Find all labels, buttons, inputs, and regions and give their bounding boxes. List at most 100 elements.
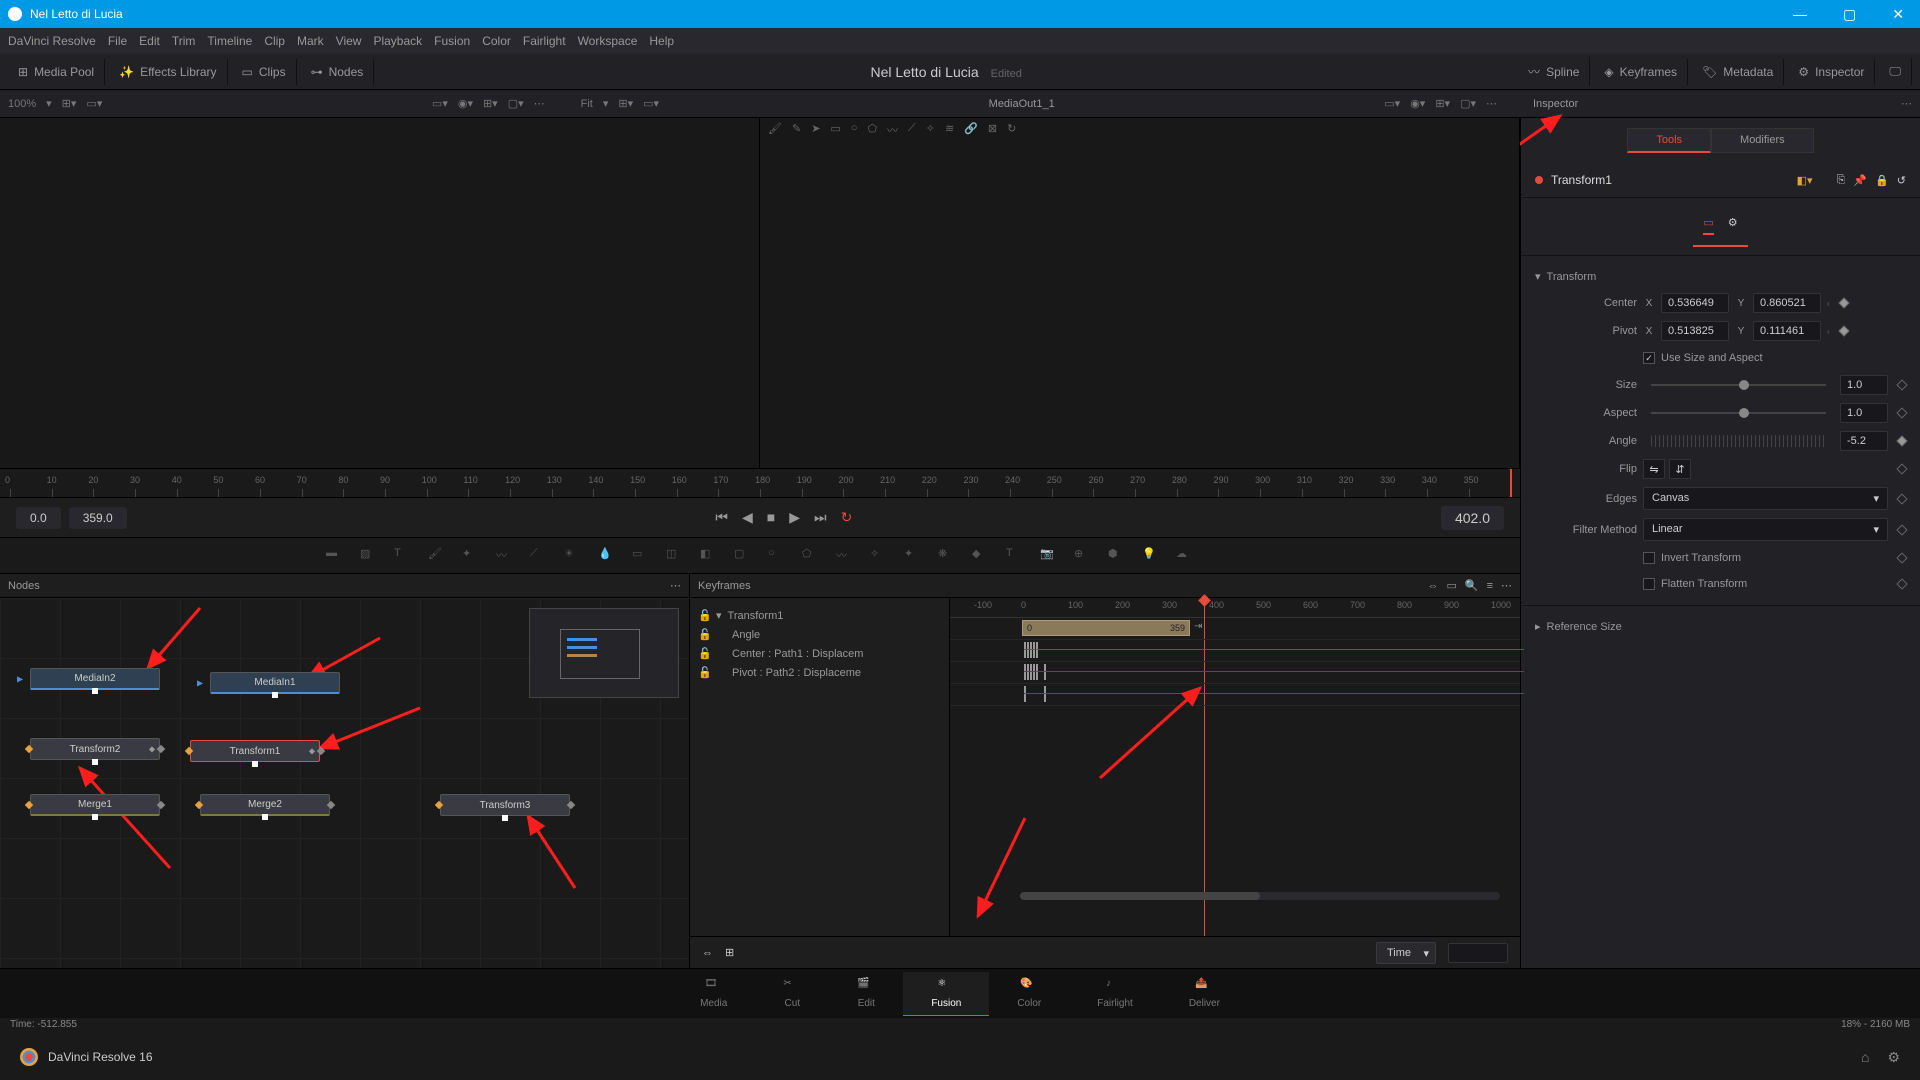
- kf-footer-grid-icon[interactable]: ⊞: [725, 946, 734, 959]
- inspector-copy-icon[interactable]: ⎘: [1837, 174, 1846, 187]
- kf-tree-row[interactable]: 🔓Center : Path1 : Displacem: [694, 644, 945, 663]
- refsize-section-header[interactable]: ▸ Reference Size: [1535, 614, 1906, 639]
- edges-keyframe-toggle[interactable]: [1896, 493, 1907, 504]
- text-node-icon[interactable]: T: [394, 547, 412, 565]
- aspect-slider[interactable]: [1651, 412, 1826, 414]
- viewer-left[interactable]: [0, 118, 760, 468]
- loop-button[interactable]: ↻: [841, 509, 853, 526]
- use-size-aspect-checkbox[interactable]: ✓: [1643, 352, 1655, 364]
- page-tab-media[interactable]: 🎞Media: [672, 972, 755, 1015]
- kf-more-icon[interactable]: ⋯: [1501, 579, 1512, 592]
- home-button[interactable]: ⌂: [1861, 1049, 1869, 1066]
- node-transform1[interactable]: Transform1◆: [190, 740, 320, 762]
- camera3d-icon[interactable]: 📷: [1040, 547, 1058, 565]
- menu-fairlight[interactable]: Fairlight: [523, 34, 566, 48]
- size-input[interactable]: [1840, 375, 1888, 395]
- menu-workspace[interactable]: Workspace: [578, 34, 638, 48]
- inspector-tab-tools[interactable]: Tools: [1627, 128, 1711, 153]
- inspector-button[interactable]: ⚙Inspector: [1788, 59, 1875, 85]
- mask-bspline-icon[interactable]: 〰: [836, 547, 854, 565]
- pivot-keyframe-toggle[interactable]: [1838, 325, 1849, 336]
- viewer-options-icon[interactable]: ▭▾: [86, 97, 102, 110]
- zoom-dropdown[interactable]: 100%: [8, 98, 36, 110]
- menu-fusion[interactable]: Fusion: [434, 34, 470, 48]
- viewer2-roi-icon[interactable]: ▢▾: [1460, 97, 1476, 110]
- size-keyframe-toggle[interactable]: [1896, 379, 1907, 390]
- tool-pencil-icon[interactable]: ✎: [792, 122, 801, 138]
- inspector-versions-icon[interactable]: ◧▾: [1797, 174, 1813, 187]
- time-mode-dropdown[interactable]: Time ▾: [1376, 942, 1436, 964]
- spline-button[interactable]: 〰Spline: [1518, 57, 1590, 86]
- viewer-right[interactable]: 🖌 ✎ ➤ ▭ ○ ⬠ 〰 ⟋ ✧ ≋ 🔗 ⊠ ↻: [760, 118, 1520, 468]
- menu-mark[interactable]: Mark: [297, 34, 324, 48]
- inspector-node-enabled-led[interactable]: [1535, 176, 1543, 184]
- media-pool-button[interactable]: ⊞Media Pool: [8, 59, 105, 85]
- tool-brush-icon[interactable]: 🖌: [768, 122, 782, 138]
- maximize-button[interactable]: ▢: [1835, 6, 1864, 23]
- tool-refresh-icon[interactable]: ↻: [1007, 122, 1016, 138]
- node-transform3[interactable]: Transform3: [440, 794, 570, 816]
- kf-search-icon[interactable]: 🔍: [1465, 579, 1479, 592]
- filter-dropdown[interactable]: Linear▾: [1643, 518, 1888, 541]
- page-tab-cut[interactable]: ✂Cut: [755, 972, 829, 1015]
- dual-monitor-button[interactable]: 🖵: [1879, 58, 1912, 85]
- mask-ellipse-icon[interactable]: ○: [768, 547, 786, 565]
- viewer1-more-icon[interactable]: ⋯: [534, 97, 545, 110]
- angle-dial[interactable]: [1651, 435, 1826, 447]
- tool-paint-icon[interactable]: ≋: [945, 122, 954, 138]
- tool-rect-icon[interactable]: ▭: [830, 122, 840, 138]
- transform-section-header[interactable]: ▾ Transform: [1535, 264, 1906, 289]
- play-button[interactable]: ▶: [789, 509, 800, 526]
- tool-bspline-icon[interactable]: 〰: [887, 122, 898, 138]
- tool-ellipse-icon[interactable]: ○: [851, 122, 858, 138]
- kf-tree-row[interactable]: 🔓Pivot : Path2 : Displaceme: [694, 663, 945, 682]
- range-start[interactable]: 0.0: [16, 507, 61, 529]
- project-settings-button[interactable]: ⚙: [1887, 1049, 1900, 1066]
- tool-wand-icon[interactable]: ✧: [926, 122, 935, 138]
- node-transform2[interactable]: Transform2◆: [30, 738, 160, 760]
- shape3d-icon[interactable]: ◆: [972, 547, 990, 565]
- timeline-ruler[interactable]: 0102030405060708090100110120130140150160…: [0, 468, 1520, 498]
- flip-vertical-button[interactable]: ⇵: [1669, 459, 1691, 479]
- transform-node-icon[interactable]: ▭: [632, 547, 650, 565]
- page-tab-deliver[interactable]: 📤Deliver: [1161, 972, 1248, 1015]
- particles-icon[interactable]: ✧: [870, 547, 888, 565]
- viewer2-layout-icon[interactable]: ▭▾: [1384, 97, 1400, 110]
- inspector-pin-icon[interactable]: 📌: [1853, 174, 1867, 187]
- pemitter-icon[interactable]: ✦: [904, 547, 922, 565]
- menu-clip[interactable]: Clip: [264, 34, 285, 48]
- viewer1-channel-icon[interactable]: ◉▾: [458, 97, 473, 110]
- paint-node-icon[interactable]: 🖌: [428, 547, 446, 565]
- metadata-button[interactable]: 🏷Metadata: [1692, 59, 1784, 85]
- viewer2-grid-icon[interactable]: ⊞▾: [1435, 97, 1450, 110]
- inspector-lock-icon[interactable]: 🔒: [1875, 174, 1889, 187]
- keyframes-button[interactable]: ◈Keyframes: [1594, 59, 1688, 85]
- menu-edit[interactable]: Edit: [139, 34, 160, 48]
- angle-keyframe-toggle[interactable]: [1896, 435, 1907, 446]
- glow-node-icon[interactable]: ☀: [564, 547, 582, 565]
- nodes-panel-more-icon[interactable]: ⋯: [670, 579, 681, 592]
- background-node-icon[interactable]: ▬: [326, 547, 344, 565]
- matte-node-icon[interactable]: ◧: [700, 547, 718, 565]
- blur-node-icon[interactable]: 〰: [496, 547, 514, 565]
- tool-delete-icon[interactable]: ⊠: [988, 122, 997, 138]
- pivot-prev-kf[interactable]: ‹: [1827, 327, 1830, 336]
- kf-tree-row[interactable]: 🔓Angle: [694, 625, 945, 644]
- viewer1-layout-icon[interactable]: ▭▾: [432, 97, 448, 110]
- kf-fit-icon[interactable]: ▭: [1446, 579, 1456, 592]
- tool-link-icon[interactable]: 🔗: [964, 122, 978, 138]
- nodes-button[interactable]: ⊶Nodes: [301, 59, 375, 85]
- viewer2-more-icon[interactable]: ⋯: [1486, 97, 1497, 110]
- inspector-reset-icon[interactable]: ↺: [1897, 174, 1906, 187]
- kf-zoom-icon[interactable]: ⇔: [1427, 580, 1438, 592]
- pivot-x-input[interactable]: [1661, 321, 1729, 341]
- node-mediain1[interactable]: ▶MediaIn1: [210, 672, 340, 694]
- menu-view[interactable]: View: [336, 34, 362, 48]
- play-reverse-button[interactable]: ◀: [742, 509, 753, 526]
- menu-help[interactable]: Help: [649, 34, 674, 48]
- renderer3d-icon[interactable]: ⬢: [1108, 547, 1126, 565]
- mask-rect-icon[interactable]: ▢: [734, 547, 752, 565]
- size-slider[interactable]: [1651, 384, 1826, 386]
- viewer2-options-icon[interactable]: ▭▾: [643, 97, 659, 110]
- menu-playback[interactable]: Playback: [373, 34, 422, 48]
